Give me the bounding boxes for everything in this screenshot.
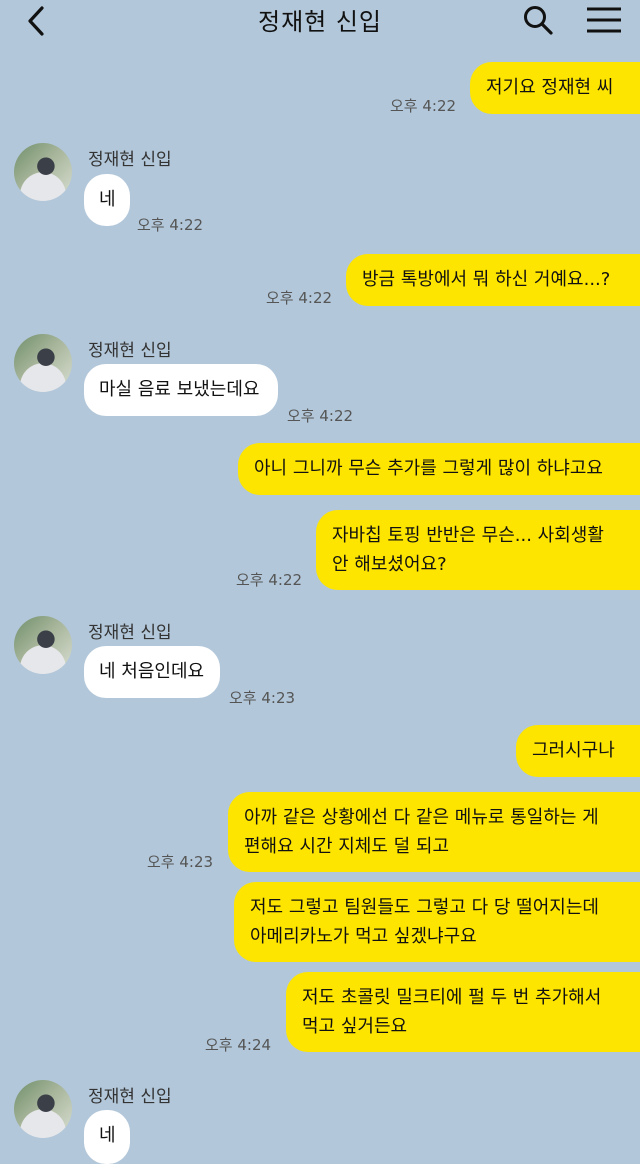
message-text: 그러시구나 <box>532 740 615 761</box>
message-time: 오후 4:22 <box>137 216 204 234</box>
avatar[interactable] <box>14 1080 72 1138</box>
message-text: 먹고 싶거든요 <box>302 1016 408 1037</box>
other-message-bubble[interactable]: 네 처음인데요 <box>84 646 220 698</box>
chat-header: 정재현 신입 <box>0 0 640 40</box>
message-time: 오후 4:24 <box>205 1036 272 1054</box>
message-text: 안 해보셨어요? <box>332 554 447 575</box>
my-message-bubble[interactable]: 아까 같은 상황에선 다 같은 메뉴로 통일하는 게 편해요 시간 지체도 덜 … <box>228 792 640 872</box>
sender-name: 정재현 신입 <box>88 150 172 170</box>
message-time: 오후 4:23 <box>229 689 296 707</box>
message-time: 오후 4:22 <box>236 571 303 589</box>
other-message-bubble[interactable]: 마실 음료 보냈는데요 <box>84 364 278 416</box>
message-text: 아메리카노가 먹고 싶겠냐구요 <box>250 926 477 947</box>
avatar[interactable] <box>14 334 72 392</box>
message-text: 마실 음료 보냈는데요 <box>99 379 260 400</box>
message-time: 오후 4:22 <box>266 289 333 307</box>
message-text: 저도 그렇고 팀원들도 그렇고 다 당 떨어지는데 <box>250 897 599 918</box>
message-text: 저도 초콜릿 밀크티에 펄 두 번 추가해서 <box>302 987 602 1008</box>
other-message-bubble[interactable]: 네 <box>84 1110 130 1164</box>
message-text: 아까 같은 상황에선 다 같은 메뉴로 통일하는 게 <box>244 807 599 828</box>
sender-name: 정재현 신입 <box>88 1087 172 1107</box>
search-icon[interactable] <box>522 4 554 36</box>
menu-icon[interactable] <box>585 6 623 34</box>
my-message-bubble[interactable]: 저도 그렇고 팀원들도 그렇고 다 당 떨어지는데 아메리카노가 먹고 싶겠냐구… <box>234 882 640 962</box>
sender-name: 정재현 신입 <box>88 341 172 361</box>
message-time: 오후 4:23 <box>147 853 214 871</box>
message-text: 아니 그니까 무슨 추가를 그렇게 많이 하냐고요 <box>254 458 603 479</box>
other-message-bubble[interactable]: 네 <box>84 174 130 226</box>
message-text: 네 <box>99 1125 116 1146</box>
message-text: 네 <box>99 189 116 210</box>
message-text: 저기요 정재현 씨 <box>486 77 614 98</box>
my-message-bubble[interactable]: 저도 초콜릿 밀크티에 펄 두 번 추가해서 먹고 싶거든요 <box>286 972 640 1052</box>
message-time: 오후 4:22 <box>287 407 354 425</box>
avatar[interactable] <box>14 616 72 674</box>
avatar[interactable] <box>14 143 72 201</box>
my-message-bubble[interactable]: 아니 그니까 무슨 추가를 그렇게 많이 하냐고요 <box>238 443 640 495</box>
message-text: 네 처음인데요 <box>99 661 205 682</box>
my-message-bubble[interactable]: 그러시구나 <box>516 725 640 777</box>
message-text: 자바칩 토핑 반반은 무슨... 사회생활 <box>332 525 604 546</box>
message-text: 편해요 시간 지체도 덜 되고 <box>244 836 450 857</box>
my-message-bubble[interactable]: 방금 톡방에서 뭐 하신 거예요...? <box>346 254 640 306</box>
sender-name: 정재현 신입 <box>88 623 172 643</box>
message-time: 오후 4:22 <box>390 97 457 115</box>
message-text: 방금 톡방에서 뭐 하신 거예요...? <box>362 269 611 290</box>
my-message-bubble[interactable]: 자바칩 토핑 반반은 무슨... 사회생활 안 해보셨어요? <box>316 510 640 590</box>
my-message-bubble[interactable]: 저기요 정재현 씨 <box>470 62 640 114</box>
